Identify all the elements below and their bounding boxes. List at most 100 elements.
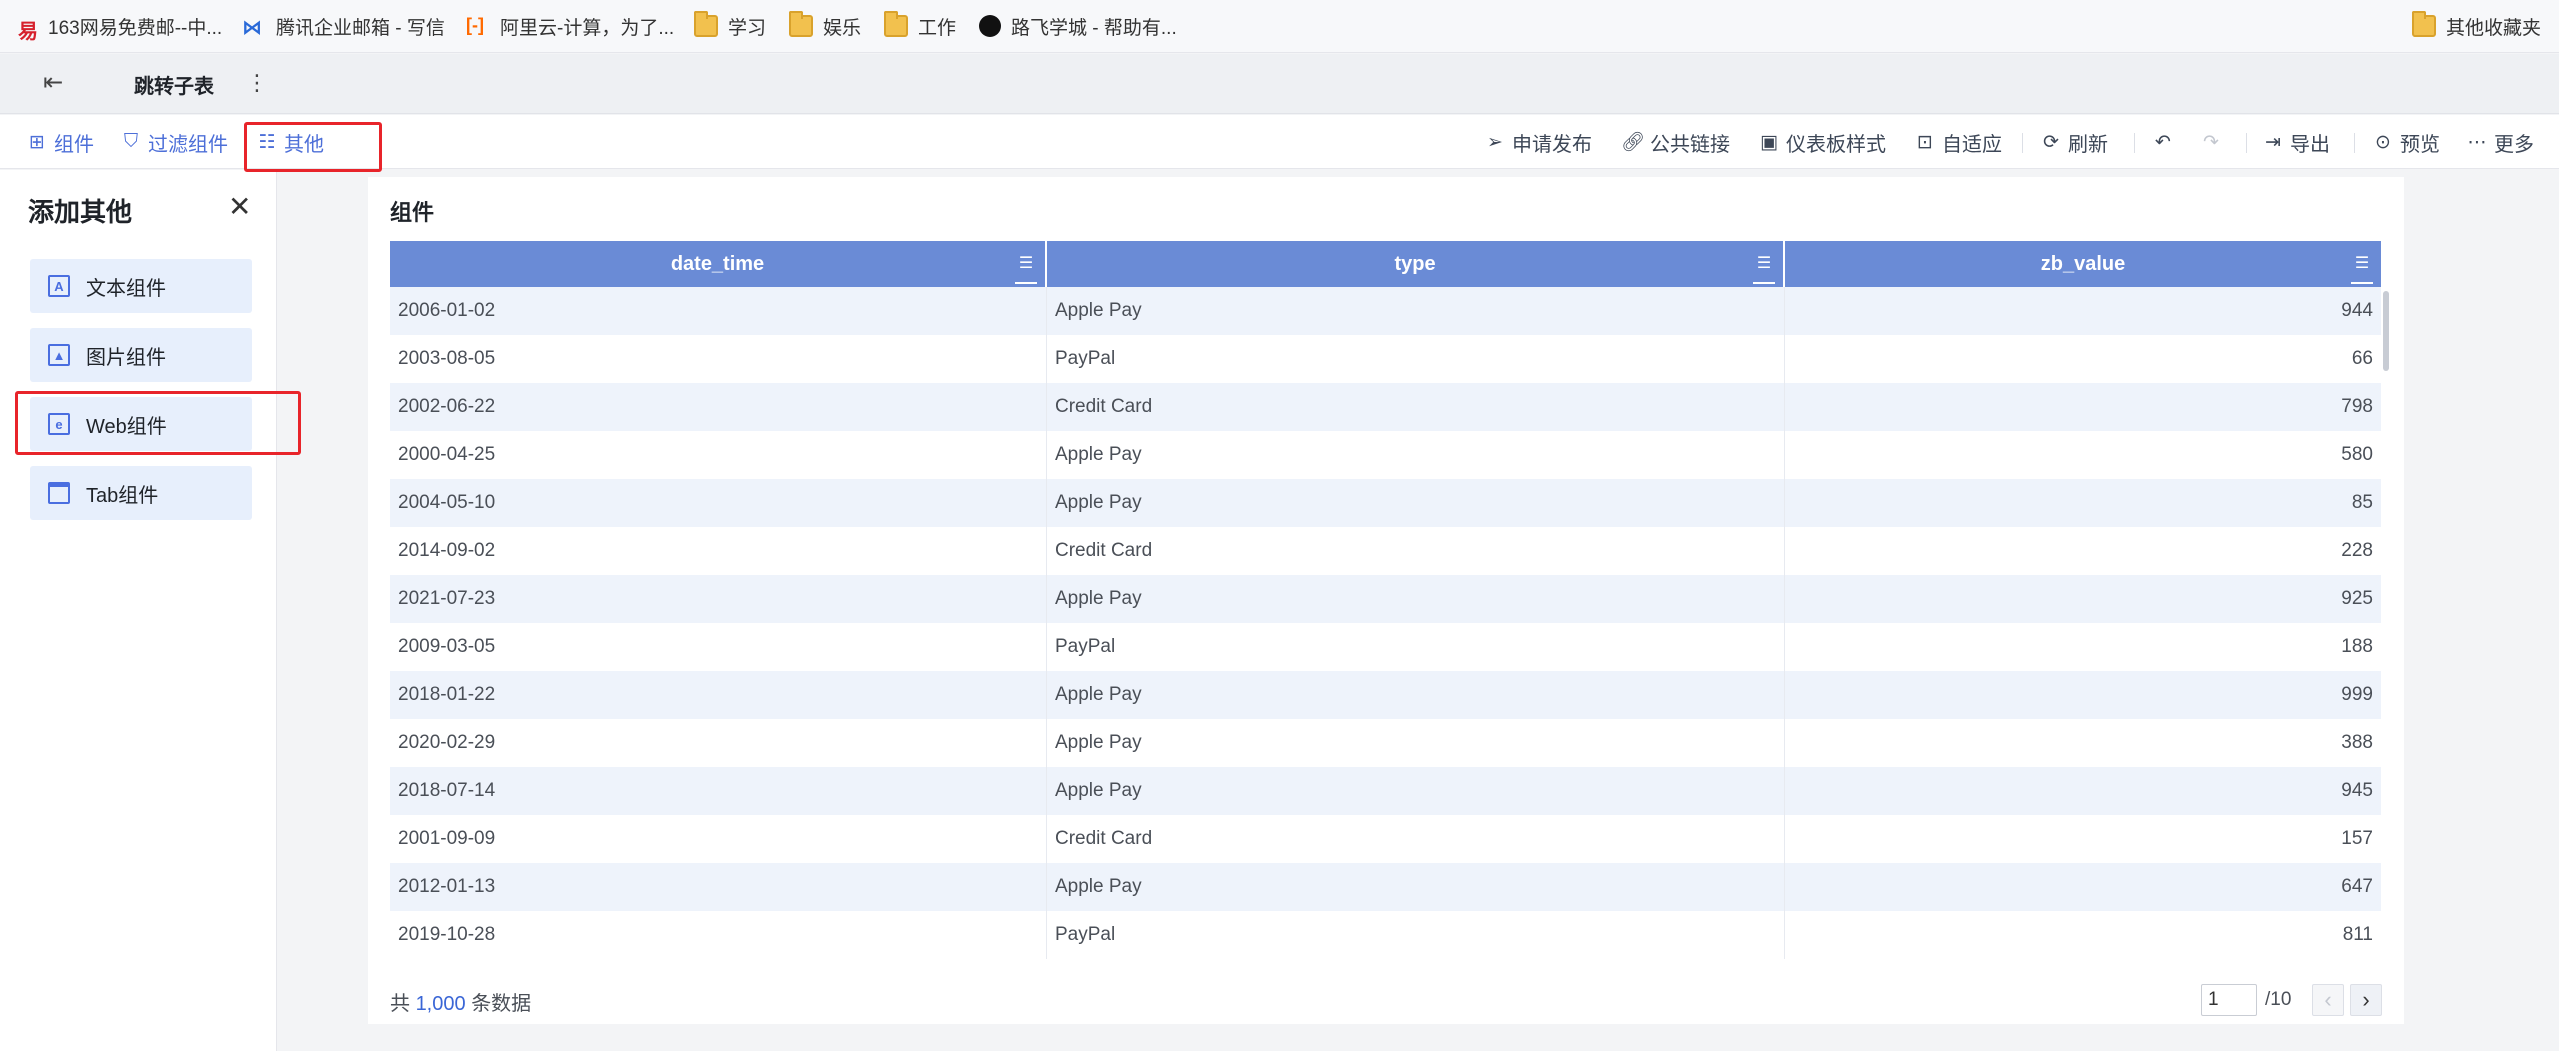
tab-menu-icon[interactable]: ⋮ <box>246 70 268 96</box>
export-icon: ⇥ <box>2265 131 2281 153</box>
column-header-date-time[interactable]: date_time ☰ <box>390 241 1047 287</box>
dashboard-style-icon: ▣ <box>1760 131 1778 153</box>
scrollbar-thumb[interactable] <box>2383 291 2389 371</box>
undo-button[interactable]: ↶ <box>2152 127 2180 157</box>
folder-icon <box>789 11 813 37</box>
table-cell-date-time: 2020-02-29 <box>390 719 1047 767</box>
table-widget[interactable]: 组件 date_time ☰ type ☰ zb_value ☰ 2006-01… <box>368 177 2404 1024</box>
preview-icon: ⊙ <box>2375 131 2391 153</box>
tab-jump-subtable[interactable]: 跳转子表 <box>110 54 238 114</box>
table-cell-type: Apple Pay <box>1047 719 1785 767</box>
toolbar-filter-component-button[interactable]: ⛉ 过滤组件 <box>120 127 228 157</box>
bookmark-163mail[interactable]: 易 163网易免费邮--中... <box>18 12 222 44</box>
column-header-zb-value[interactable]: zb_value ☰ <box>1785 241 2381 287</box>
table-cell-zb-value: 188 <box>2341 636 2373 657</box>
table-cell-zb-value: 647 <box>2341 876 2373 897</box>
toolbar-divider <box>2246 133 2247 153</box>
toolbar-divider <box>2022 133 2023 153</box>
text-component-icon: A <box>48 275 70 297</box>
tab-component-button[interactable]: Tab组件 <box>30 466 252 520</box>
add-other-panel: 添加其他 ✕ A 文本组件 ▲ 图片组件 e Web组件 Tab组件 <box>0 170 277 1051</box>
bookmarks-bar: 易 163网易免费邮--中... ⋈ 腾讯企业邮箱 - 写信 [-] 阿里云-计… <box>0 0 2559 53</box>
table-cell-zb-value: 925 <box>2341 588 2373 609</box>
table-cell-type: Credit Card <box>1047 815 1785 863</box>
next-page-button[interactable]: › <box>2350 984 2382 1016</box>
adaptive-icon: ⊡ <box>1917 131 1933 153</box>
export-button[interactable]: ⇥ 导出 <box>2262 127 2330 157</box>
table-cell-type: Credit Card <box>1047 383 1785 431</box>
component-icon: ⊞ <box>29 131 45 153</box>
prev-page-button[interactable]: ‹ <box>2312 984 2344 1016</box>
table-cell-zb-value: 157 <box>2341 828 2373 849</box>
table-row[interactable]: 2018-07-14 Apple Pay 945 <box>390 767 2381 815</box>
table-row[interactable]: 2014-09-02 Credit Card 228 <box>390 527 2381 575</box>
table-cell-date-time: 2014-09-02 <box>390 527 1047 575</box>
table-cell-date-time: 2001-09-09 <box>390 815 1047 863</box>
table-cell-zb-value: 944 <box>2341 300 2373 321</box>
sort-icon[interactable]: ☰ <box>2351 253 2373 284</box>
table-row[interactable]: 2004-05-10 Apple Pay 85 <box>390 479 2381 527</box>
public-link-button[interactable]: 🔗︎ 公共链接 <box>1621 127 1730 157</box>
table-cell-type: Apple Pay <box>1047 431 1785 479</box>
sort-icon[interactable]: ☰ <box>1015 253 1037 284</box>
netease-icon: 易 <box>18 21 38 43</box>
exit-icon[interactable]: ⇤ <box>36 68 70 100</box>
table-row[interactable]: 2006-01-02 Apple Pay 944 <box>390 287 2381 335</box>
redo-icon: ↷ <box>2203 131 2219 153</box>
sort-icon[interactable]: ☰ <box>1753 253 1775 284</box>
table-cell-date-time: 2004-05-10 <box>390 479 1047 527</box>
table-cell-type: PayPal <box>1047 623 1785 671</box>
image-component-button[interactable]: ▲ 图片组件 <box>30 328 252 382</box>
table-row[interactable]: 2000-04-25 Apple Pay 580 <box>390 431 2381 479</box>
table-row[interactable]: 2009-03-05 PayPal 188 <box>390 623 2381 671</box>
table-row[interactable]: 2001-09-09 Credit Card 157 <box>390 815 2381 863</box>
table-row[interactable]: 2003-08-05 PayPal 66 <box>390 335 2381 383</box>
folder-icon <box>884 11 908 37</box>
close-icon[interactable]: ✕ <box>228 190 251 223</box>
table-row[interactable]: 2020-02-29 Apple Pay 388 <box>390 719 2381 767</box>
apply-publish-button[interactable]: ➢ 申请发布 <box>1484 127 1592 157</box>
preview-button[interactable]: ⊙ 预览 <box>2372 127 2440 157</box>
image-component-icon: ▲ <box>48 344 70 366</box>
table-cell-date-time: 2018-07-14 <box>390 767 1047 815</box>
folder-icon <box>2412 11 2436 37</box>
text-component-button[interactable]: A 文本组件 <box>30 259 252 313</box>
refresh-button[interactable]: ⟳ 刷新 <box>2040 127 2108 157</box>
table-cell-zb-value: 388 <box>2341 732 2373 753</box>
table-row[interactable]: 2019-10-28 PayPal 811 <box>390 911 2381 959</box>
table-cell-date-time: 2006-01-02 <box>390 287 1047 335</box>
table-cell-type: PayPal <box>1047 335 1785 383</box>
bookmark-folder-study[interactable]: 学习 <box>694 11 766 40</box>
bookmark-other-folder[interactable]: 其他收藏夹 <box>2412 11 2541 40</box>
table-row[interactable]: 2012-01-13 Apple Pay 647 <box>390 863 2381 911</box>
page-number-input[interactable] <box>2201 984 2257 1016</box>
table-cell-type: Apple Pay <box>1047 575 1785 623</box>
table-cell-zb-value: 580 <box>2341 444 2373 465</box>
dashboard-style-button[interactable]: ▣ 仪表板样式 <box>1758 127 1886 157</box>
tencent-mail-icon: ⋈ <box>242 17 262 39</box>
table-cell-zb-value: 85 <box>2351 492 2373 513</box>
aliyun-icon: [-] <box>466 15 484 35</box>
table-cell-date-time: 2021-07-23 <box>390 575 1047 623</box>
table-row[interactable]: 2002-06-22 Credit Card 798 <box>390 383 2381 431</box>
record-count: 共 1,000 条数据 <box>390 993 532 1015</box>
bookmark-aliyun[interactable]: [-] 阿里云-计算，为了... <box>466 12 674 40</box>
toolbar-component-button[interactable]: ⊞ 组件 <box>26 127 94 157</box>
table-cell-date-time: 2002-06-22 <box>390 383 1047 431</box>
refresh-icon: ⟳ <box>2043 131 2059 153</box>
chevron-right-icon: › <box>2362 987 2370 1012</box>
highlight-other-tab <box>244 122 382 172</box>
column-header-type[interactable]: type ☰ <box>1047 241 1785 287</box>
bookmark-folder-fun[interactable]: 娱乐 <box>789 11 861 40</box>
more-button[interactable]: ⋯ 更多 <box>2466 127 2535 157</box>
bookmark-luffy[interactable]: 路飞学城 - 帮助有... <box>979 12 1177 40</box>
bookmark-folder-work[interactable]: 工作 <box>884 11 956 40</box>
vertical-scrollbar[interactable] <box>2381 291 2391 971</box>
adaptive-button[interactable]: ⊡ 自适应 <box>1914 127 2002 157</box>
redo-button[interactable]: ↷ <box>2200 127 2228 157</box>
table-row[interactable]: 2018-01-22 Apple Pay 999 <box>390 671 2381 719</box>
bookmark-tencent-mail[interactable]: ⋈ 腾讯企业邮箱 - 写信 <box>242 12 445 40</box>
table-cell-type: Apple Pay <box>1047 671 1785 719</box>
widget-title: 组件 <box>390 200 435 225</box>
table-row[interactable]: 2021-07-23 Apple Pay 925 <box>390 575 2381 623</box>
